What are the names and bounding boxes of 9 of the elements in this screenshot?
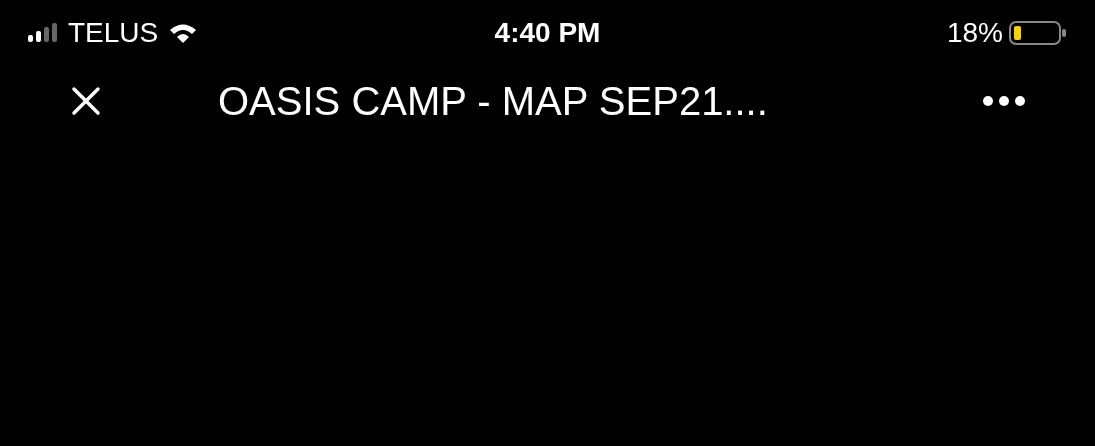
carrier-name: TELUS	[68, 19, 159, 47]
document-title: OASIS CAMP - MAP SEP21....	[218, 81, 768, 121]
more-icon	[982, 95, 1026, 107]
battery-icon	[1009, 21, 1067, 45]
battery-percentage: 18%	[946, 19, 1003, 47]
wifi-icon	[168, 22, 199, 44]
close-icon	[71, 86, 101, 116]
signal-icon	[28, 22, 58, 44]
clock-time: 4:40 PM	[494, 19, 601, 47]
